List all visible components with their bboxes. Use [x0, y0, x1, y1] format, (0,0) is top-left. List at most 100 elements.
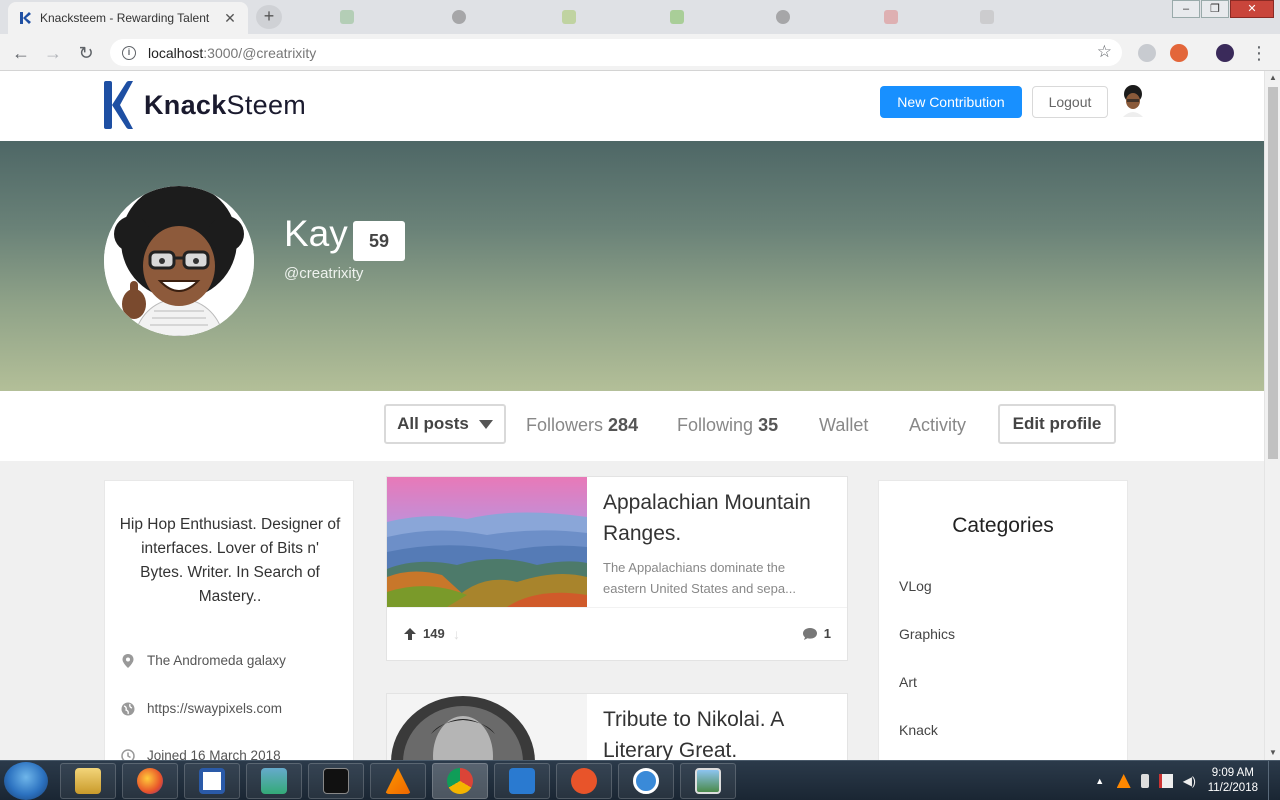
extension-discord-icon[interactable]	[1138, 44, 1156, 62]
tab-favicon-icon	[562, 10, 576, 24]
upvote-button[interactable]: 149	[403, 626, 445, 641]
category-item-graphics[interactable]: Graphics	[899, 626, 955, 642]
taskbar-draw[interactable]	[556, 763, 612, 799]
location-pin-icon	[122, 653, 134, 668]
taskbar-simplenote[interactable]	[618, 763, 674, 799]
taskbar-vscode[interactable]	[494, 763, 550, 799]
profile-name: Kay	[284, 213, 348, 254]
following-link[interactable]: Following 35	[677, 415, 778, 436]
location-row: The Andromeda galaxy	[121, 653, 286, 668]
show-hidden-icons-icon[interactable]: ▲	[1093, 774, 1107, 788]
start-button[interactable]	[4, 762, 48, 800]
browser-tab-active[interactable]: Knacksteem - Rewarding Talent ✕	[8, 2, 248, 34]
comment-bubble-icon	[802, 627, 817, 640]
extension-duckduckgo-icon[interactable]	[1170, 44, 1188, 62]
url-input[interactable]: i localhost:3000/@creatrixity ☆	[110, 39, 1122, 66]
new-tab-button[interactable]: +	[256, 5, 282, 29]
page-scrollbar[interactable]: ▲ ▼	[1264, 71, 1280, 760]
photo-viewer-icon	[695, 768, 721, 794]
url-path: :3000/@creatrixity	[203, 44, 317, 61]
reload-icon[interactable]: ↻	[75, 42, 97, 64]
taskbar-explorer[interactable]	[60, 763, 116, 799]
background-tab[interactable]	[452, 8, 466, 26]
profile-avatar	[104, 186, 254, 336]
logout-button[interactable]: Logout	[1032, 86, 1108, 118]
background-tab[interactable]	[776, 8, 790, 26]
category-item-art[interactable]: Art	[899, 674, 917, 690]
categories-card: Categories VLog Graphics Art Knack	[878, 480, 1128, 780]
post-thumbnail-portrait-image	[387, 694, 587, 762]
all-posts-dropdown[interactable]: All posts	[384, 404, 506, 444]
comment-count: 1	[823, 626, 831, 641]
background-tab[interactable]	[670, 8, 684, 26]
post-thumbnail[interactable]	[387, 694, 587, 762]
windows-taskbar: ▲ ◀) 9:09 AM 11/2/2018	[0, 760, 1280, 800]
github-icon	[776, 10, 790, 24]
all-posts-label: All posts	[397, 414, 469, 433]
tab-favicon-icon	[340, 10, 354, 24]
taskbar-network[interactable]	[246, 763, 302, 799]
user-avatar[interactable]	[1120, 85, 1146, 117]
category-item-knack[interactable]: Knack	[899, 722, 938, 738]
taskbar-chrome[interactable]	[432, 763, 488, 799]
site-info-icon[interactable]: i	[122, 45, 136, 60]
knacksteem-logo[interactable]: KnackSteem	[102, 81, 306, 129]
website-row: https://swaypixels.com	[121, 701, 282, 716]
browser-address-bar: ← → ↻ i localhost:3000/@creatrixity ☆ ⋮	[0, 34, 1280, 71]
about-card: Hip Hop Enthusiast. Designer of interfac…	[104, 480, 354, 780]
taskbar-cmd[interactable]	[308, 763, 364, 799]
new-contribution-button[interactable]: New Contribution	[880, 86, 1022, 118]
website-link[interactable]: https://swaypixels.com	[147, 701, 282, 716]
extension-profile-icon[interactable]	[1216, 44, 1234, 62]
back-arrow-icon[interactable]: ←	[10, 42, 32, 64]
show-desktop-button[interactable]	[1268, 761, 1280, 800]
downvote-arrow-icon[interactable]: ↓	[453, 626, 460, 642]
github-icon	[452, 10, 466, 24]
profile-cover: Kay 59 @creatrixity	[0, 141, 1264, 391]
restore-icon[interactable]: ❐	[1201, 0, 1229, 18]
post-thumbnail[interactable]	[387, 477, 587, 607]
category-item-vlog[interactable]: VLog	[899, 578, 932, 594]
taskbar-clock[interactable]: 9:09 AM 11/2/2018	[1208, 766, 1258, 796]
background-tab[interactable]	[562, 8, 576, 26]
tab-favicon-icon	[670, 10, 684, 24]
profile-avatar-illustration	[104, 186, 254, 336]
comments-button[interactable]: 1	[802, 626, 831, 641]
window-close-icon[interactable]: ✕	[1230, 0, 1274, 18]
taskbar-vlc[interactable]	[370, 763, 426, 799]
followers-count: 284	[608, 415, 639, 435]
close-tab-icon[interactable]: ✕	[222, 10, 238, 27]
post-title[interactable]: Appalachian Mountain Ranges.	[603, 487, 839, 549]
post-card[interactable]: Tribute to Nikolai. A Literary Great.	[386, 693, 848, 763]
vlc-icon	[385, 768, 411, 794]
vscode-icon	[509, 768, 535, 794]
minimize-icon[interactable]: –	[1172, 0, 1200, 18]
taskbar-app[interactable]	[184, 763, 240, 799]
background-tab[interactable]	[884, 8, 898, 26]
browser-menu-icon[interactable]: ⋮	[1248, 42, 1270, 64]
followers-link[interactable]: Followers 284	[526, 415, 638, 436]
scroll-down-arrow-icon[interactable]: ▼	[1265, 746, 1280, 760]
scroll-up-arrow-icon[interactable]: ▲	[1265, 71, 1280, 85]
forward-arrow-icon[interactable]: →	[42, 42, 64, 64]
edit-profile-button[interactable]: Edit profile	[998, 404, 1116, 444]
background-tab[interactable]	[340, 8, 354, 26]
chrome-icon	[447, 768, 473, 794]
volume-icon[interactable]: ◀)	[1183, 774, 1197, 788]
battery-icon[interactable]	[1140, 774, 1149, 788]
url-host: localhost	[148, 44, 204, 61]
scroll-thumb[interactable]	[1268, 87, 1278, 459]
browser-tab-title: Knacksteem - Rewarding Talent	[40, 11, 210, 25]
bookmark-star-icon[interactable]: ☆	[1097, 42, 1112, 62]
system-tray: ▲ ◀) 9:09 AM 11/2/2018	[1088, 761, 1280, 800]
vlc-tray-icon[interactable]	[1116, 774, 1131, 788]
taskbar-photos[interactable]	[680, 763, 736, 799]
drawing-app-icon	[571, 768, 597, 794]
post-title[interactable]: Tribute to Nikolai. A Literary Great.	[603, 704, 839, 762]
background-tab[interactable]	[980, 8, 994, 26]
action-center-flag-icon[interactable]	[1158, 774, 1173, 788]
taskbar-firefox[interactable]	[122, 763, 178, 799]
activity-link[interactable]: Activity	[909, 415, 966, 436]
post-card[interactable]: Appalachian Mountain Ranges. The Appalac…	[386, 476, 848, 661]
wallet-link[interactable]: Wallet	[819, 415, 868, 436]
